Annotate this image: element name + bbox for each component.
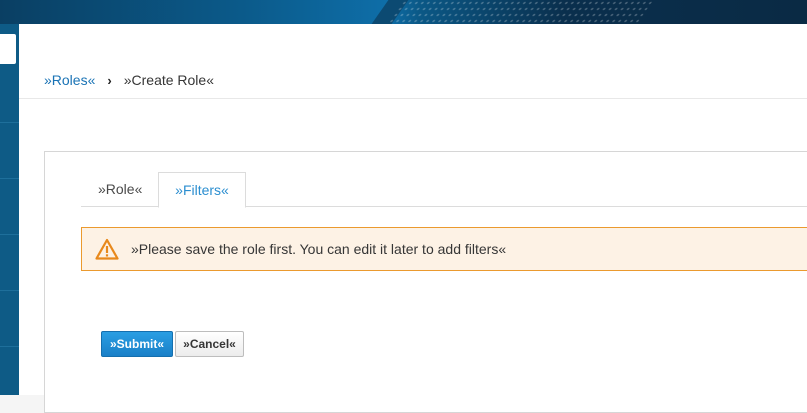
tab-filters[interactable]: »Filters« <box>158 172 246 208</box>
top-banner <box>0 0 807 24</box>
breadcrumb-current: »Create Role« <box>123 72 214 88</box>
warning-icon <box>95 238 119 260</box>
chevron-right-icon: › <box>107 72 112 88</box>
tab-bar: »Role« »Filters« <box>81 172 807 208</box>
warning-alert: »Please save the role first. You can edi… <box>81 227 807 271</box>
sidebar-item[interactable] <box>0 123 19 179</box>
sidebar-item[interactable] <box>0 235 19 291</box>
divider <box>19 98 807 99</box>
submit-button[interactable]: »Submit« <box>101 331 173 357</box>
main-content: »Roles« › »Create Role« »Role« »Filters«… <box>19 24 807 413</box>
cancel-button[interactable]: »Cancel« <box>175 331 244 357</box>
banner-dot-pattern <box>386 0 654 24</box>
sidebar-item[interactable] <box>0 67 19 123</box>
sidebar-toggle[interactable] <box>0 34 16 64</box>
role-form-panel: »Role« »Filters« »Please save the role f… <box>44 151 807 413</box>
breadcrumb-roles-link[interactable]: »Roles« <box>44 72 95 88</box>
tab-role[interactable]: »Role« <box>98 172 142 206</box>
sidebar-item[interactable] <box>0 291 19 347</box>
sidebar-item[interactable] <box>0 179 19 235</box>
sidebar <box>0 24 19 395</box>
alert-message: »Please save the role first. You can edi… <box>131 241 507 257</box>
breadcrumb: »Roles« › »Create Role« <box>44 70 214 90</box>
